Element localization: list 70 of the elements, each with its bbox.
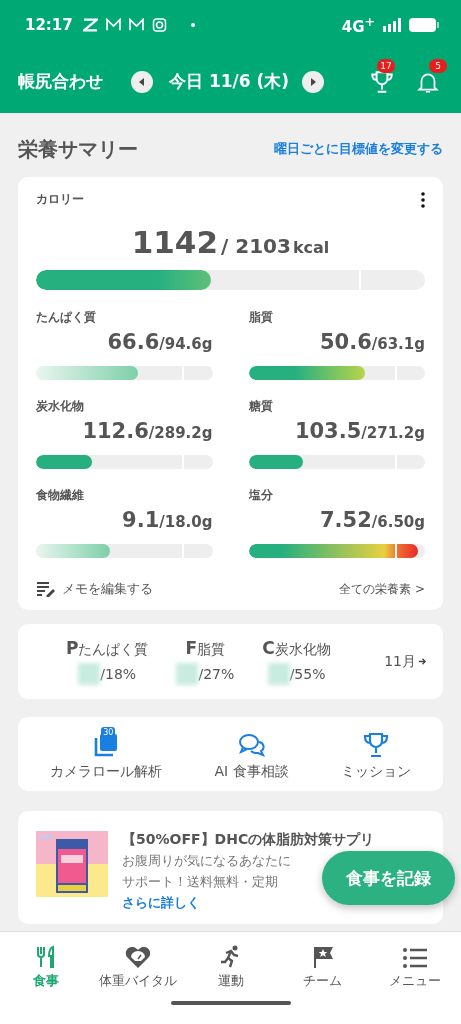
pfc-label: Pたんぱく質 (66, 638, 149, 659)
date-label: 今日 11/6 (木) (169, 70, 290, 93)
more-icon[interactable] (421, 191, 425, 208)
nutrient-value: 7.52 (319, 508, 372, 532)
action-button[interactable]: ミッション (340, 731, 411, 781)
trophy-icon (362, 732, 389, 758)
pfc-ratio: /55% (289, 666, 326, 682)
nutrient-label: たんぱく質 (36, 310, 96, 324)
dot-icon (190, 23, 195, 27)
camera-icon (151, 18, 167, 32)
ad-description: サポート！送料無料・定期 (122, 873, 278, 891)
status-time: 12:17 (25, 16, 73, 34)
calorie-value: 1142 (131, 224, 218, 260)
notification-badge: 17 (377, 58, 395, 73)
network-type: 4G$^{+}$ (341, 14, 375, 36)
nav-tab[interactable]: 体重バイタル (92, 932, 185, 994)
mail-icon (128, 18, 144, 32)
nutrient-target: /6.50g (371, 513, 425, 531)
nutrient-value: 9.1 (122, 508, 160, 532)
nutrient-target: /271.2g (361, 424, 425, 442)
nutrient-target: /63.1g (371, 335, 425, 353)
nutrient-value: 112.6 (82, 419, 149, 443)
ad-description: お腹周りが気になるあなたに (122, 852, 291, 870)
nutrient-target: /94.6g (159, 335, 213, 353)
section-title: 栄養サマリー (18, 135, 138, 163)
nutrient-label: 食物繊維 (36, 488, 84, 502)
calorie-label: カロリー (36, 191, 84, 208)
calorie-unit: kcal (292, 238, 330, 257)
all-nutrients-link[interactable]: 全ての栄養素 > (339, 580, 425, 598)
blurred-value (267, 663, 290, 685)
arrow-icon (418, 657, 427, 666)
next-day-button[interactable] (302, 70, 325, 93)
nutrient-label: 糖質 (248, 399, 273, 413)
trophy-icon[interactable] (369, 68, 395, 95)
pfc-label: F脂質 (185, 638, 226, 659)
nutrient-target: /18.0g (159, 513, 213, 531)
ad-title: 【50%OFF】DHCの体脂肪対策サプリ (122, 831, 375, 849)
pfc-label: C炭水化物 (262, 638, 331, 659)
nav-tab[interactable]: 運動 (184, 932, 277, 994)
page-title: 帳尻合わせ (18, 70, 103, 93)
pfc-ratio: /18% (100, 666, 137, 682)
calorie-target: / 2103 (220, 234, 291, 258)
heart-scale-icon (125, 945, 152, 969)
nutrient-value: 103.5 (294, 419, 362, 443)
blurred-value (176, 663, 199, 685)
details-link[interactable]: さらに詳しく (122, 894, 200, 912)
nutrient-label: 炭水化物 (36, 399, 84, 413)
blurred-value (78, 663, 101, 685)
signal-icon (383, 18, 401, 32)
nutrient-value: 66.6 (107, 330, 160, 354)
mail-icon (105, 18, 121, 32)
nav-tab[interactable]: チーム (276, 932, 369, 994)
nav-tab[interactable]: メニュー (368, 932, 461, 994)
month-link[interactable]: 11月 (384, 652, 427, 671)
pfc-ratio: /27% (198, 666, 235, 682)
change-target-link[interactable]: 曜日ごとに目標値を変更する (274, 140, 443, 158)
left-triangle-icon (137, 76, 147, 87)
chat-icon (237, 733, 266, 757)
notification-badge: 5 (429, 58, 447, 73)
previous-day-button[interactable] (131, 70, 153, 93)
nutrient-target: /289.2g (148, 424, 213, 442)
count-badge: 30 (101, 727, 116, 738)
edit-note-icon[interactable] (36, 581, 56, 597)
battery-icon (409, 18, 439, 32)
action-button[interactable]: AI 食事相談 (214, 731, 289, 781)
nutrient-value: 50.6 (319, 330, 372, 354)
menu-icon (401, 947, 428, 969)
nutrient-label: 塩分 (248, 488, 273, 502)
nutrient-label: 脂質 (248, 310, 273, 324)
edit-memo-link[interactable]: メモを編集する (62, 580, 153, 598)
